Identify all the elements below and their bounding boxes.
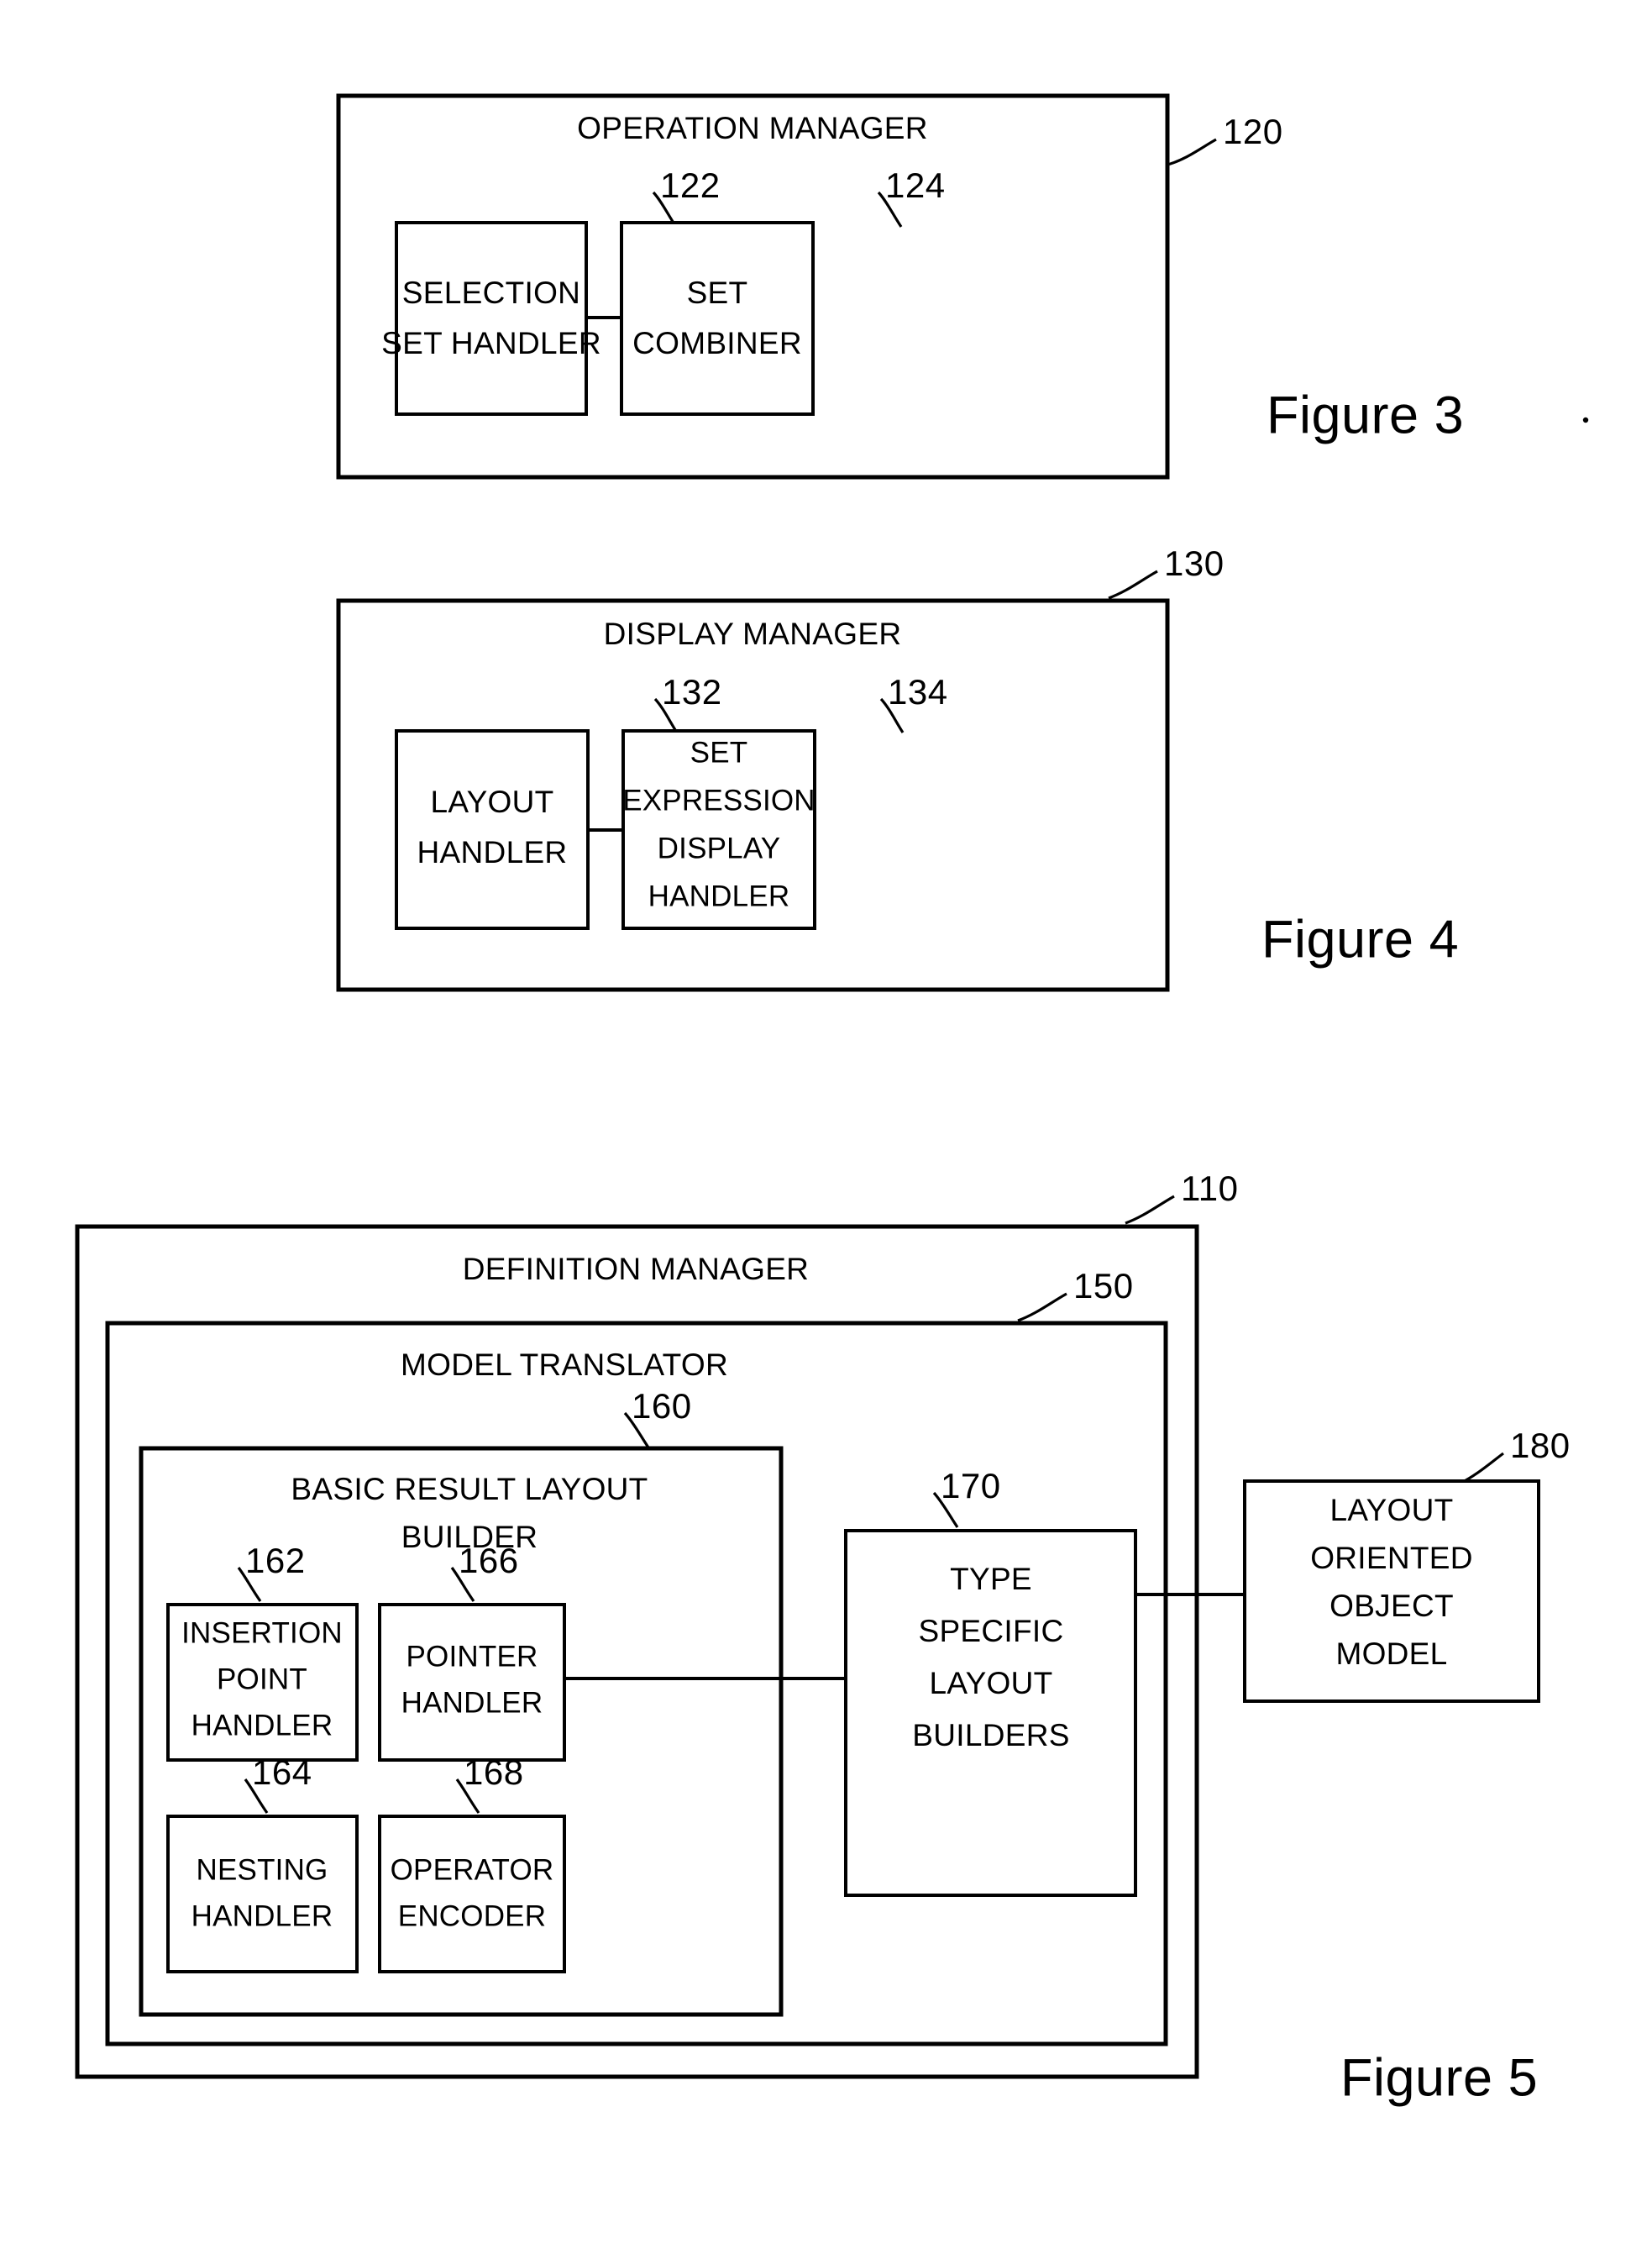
set-combiner-box <box>620 221 815 416</box>
figure-4-caption: Figure 4 <box>1261 911 1459 969</box>
selection-set-handler-line-2: SET HANDLER <box>381 326 601 360</box>
pointer-handler-line-2: HANDLER <box>401 1686 543 1719</box>
set-expression-display-handler-line-3: DISPLAY <box>658 832 781 864</box>
figure-4: 130 DISPLAY MANAGER 132 134 LAYOUT HANDL… <box>336 544 1459 992</box>
layout-handler-line-2: HANDLER <box>417 835 568 869</box>
ref-120-number: 120 <box>1223 112 1283 151</box>
ref-180-leader-line <box>1459 1452 1504 1485</box>
ref-160-number: 160 <box>632 1386 692 1426</box>
type-specific-layout-builders-line-1: TYPE <box>950 1562 1032 1596</box>
figures-canvas: OPERATION MANAGER 120 122 124 SELECTION … <box>75 93 1589 2108</box>
layout-oriented-object-model-line-4: MODEL <box>1335 1636 1447 1671</box>
selection-set-handler-line-1: SELECTION <box>402 276 580 310</box>
set-expression-display-handler-line-4: HANDLER <box>648 880 790 912</box>
layout-oriented-object-model-line-1: LAYOUT <box>1329 1493 1453 1527</box>
nesting-handler-line-1: NESTING <box>197 1853 328 1886</box>
figure-5: 110 DEFINITION MANAGER 150 MODEL TRANSLA… <box>75 1169 1571 2108</box>
set-combiner-line-1: SET <box>687 276 748 310</box>
insertion-point-handler-line-2: POINT <box>217 1663 307 1695</box>
definition-manager-label: DEFINITION MANAGER <box>463 1252 809 1286</box>
ref-130-leader-line <box>1108 570 1158 600</box>
pointer-handler-line-1: POINTER <box>406 1640 538 1673</box>
operator-encoder-line-2: ENCODER <box>398 1899 546 1932</box>
nesting-handler-box <box>166 1815 359 1973</box>
ref-170-number: 170 <box>941 1466 1001 1505</box>
pointer-handler-box <box>378 1603 566 1762</box>
ref-164-number: 164 <box>252 1752 312 1792</box>
ref-162-number: 162 <box>245 1541 306 1580</box>
ref-110-leader-line <box>1125 1195 1175 1225</box>
ref-120-leader-line <box>1167 138 1217 166</box>
ref-166-number: 166 <box>459 1541 519 1580</box>
figure-5-caption: Figure 5 <box>1340 2049 1538 2108</box>
model-translator-label: MODEL TRANSLATOR <box>401 1348 728 1382</box>
selection-set-handler-box <box>395 221 588 416</box>
ref-122-number: 122 <box>660 165 721 205</box>
set-expression-display-handler-line-1: SET <box>690 736 748 769</box>
layout-handler-box <box>395 729 590 930</box>
ink-speck <box>1582 417 1589 423</box>
layout-oriented-object-model-line-3: OBJECT <box>1329 1589 1454 1623</box>
layout-handler-line-1: LAYOUT <box>430 785 553 819</box>
ref-150-number: 150 <box>1073 1266 1134 1305</box>
type-specific-layout-builders-line-2: SPECIFIC <box>918 1614 1063 1648</box>
basic-result-layout-builder-line-1: BASIC RESULT LAYOUT <box>291 1472 648 1506</box>
ref-132-number: 132 <box>662 672 722 712</box>
set-expression-display-handler-line-2: EXPRESSION <box>622 784 816 817</box>
operator-encoder-box <box>378 1815 566 1973</box>
type-specific-layout-builders-line-4: BUILDERS <box>912 1718 1069 1752</box>
ref-168-number: 168 <box>464 1752 524 1792</box>
ref-130-number: 130 <box>1164 544 1225 583</box>
insertion-point-handler-line-3: HANDLER <box>191 1709 333 1742</box>
insertion-point-handler-line-1: INSERTION <box>181 1616 343 1649</box>
nesting-handler-line-2: HANDLER <box>191 1899 333 1932</box>
figure-3: OPERATION MANAGER 120 122 124 SELECTION … <box>336 93 1589 480</box>
ref-110-number: 110 <box>1181 1169 1238 1208</box>
ref-134-number: 134 <box>888 672 948 712</box>
figure-3-caption: Figure 3 <box>1267 386 1464 445</box>
patent-drawing-sheet: OPERATION MANAGER 120 122 124 SELECTION … <box>0 0 1652 2259</box>
display-manager-label: DISPLAY MANAGER <box>604 617 902 651</box>
layout-oriented-object-model-line-2: ORIENTED <box>1310 1541 1473 1575</box>
operation-manager-label: OPERATION MANAGER <box>577 111 928 145</box>
type-specific-layout-builders-line-3: LAYOUT <box>929 1666 1052 1700</box>
ref-124-number: 124 <box>885 165 946 205</box>
operator-encoder-line-1: OPERATOR <box>391 1853 554 1886</box>
ref-180-number: 180 <box>1510 1426 1571 1465</box>
set-combiner-line-2: COMBINER <box>632 326 802 360</box>
